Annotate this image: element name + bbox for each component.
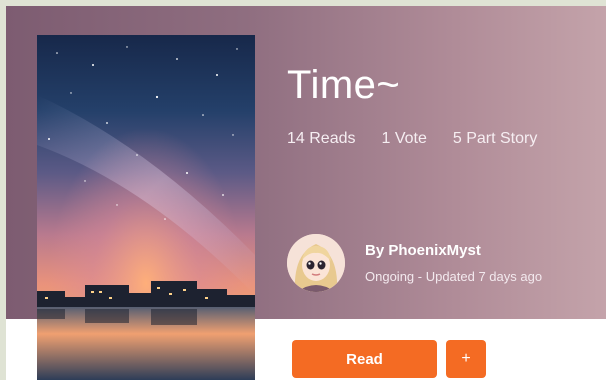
story-stats: 14 Reads 1 Vote 5 Part Story — [287, 130, 563, 148]
avatar[interactable] — [287, 234, 345, 292]
story-page: Time~ 14 Reads 1 Vote 5 Part Story By Ph… — [6, 6, 606, 380]
parts-count: 5 Part Story — [452, 130, 538, 147]
add-to-library-button[interactable]: + — [446, 340, 486, 378]
story-status: Ongoing - Updated 7 days ago — [365, 269, 543, 284]
author-block: By PhoenixMyst Ongoing - Updated 7 days … — [287, 234, 542, 292]
author-text: By PhoenixMyst Ongoing - Updated 7 days … — [365, 242, 542, 284]
votes-count: 1 Vote — [381, 130, 427, 147]
story-cover[interactable] — [37, 35, 255, 380]
read-button[interactable]: Read — [292, 340, 437, 378]
reads-count: 14 Reads — [287, 130, 356, 147]
story-title: Time~ — [287, 63, 401, 107]
author-name[interactable]: By PhoenixMyst — [365, 242, 542, 259]
